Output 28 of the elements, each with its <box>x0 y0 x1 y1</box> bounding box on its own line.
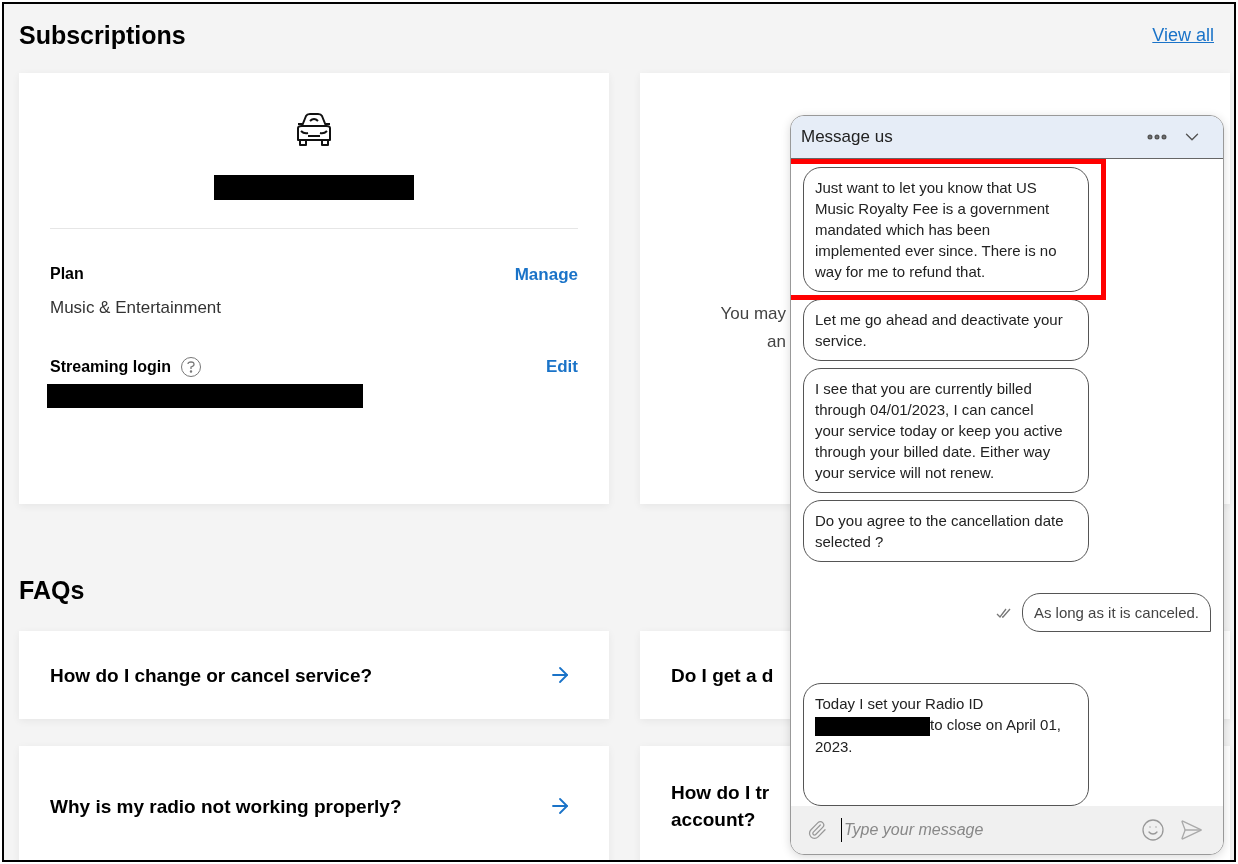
view-all-link[interactable]: View all <box>1152 22 1214 49</box>
message-input[interactable]: Type your message <box>841 818 1127 842</box>
section-title: Subscriptions <box>19 20 186 50</box>
card-text: an <box>767 331 786 353</box>
faq-question: How do I change or cancel service? <box>50 663 373 688</box>
message-composer[interactable]: Type your message <box>791 806 1223 854</box>
attach-icon[interactable] <box>807 820 827 840</box>
emoji-icon[interactable] <box>1141 818 1165 842</box>
faq-question: account? <box>671 808 757 832</box>
chat-message: I see that you are currently billed through 04/01/2023, I can cancel your service today or keep you active through your billed date. Either way your service will not renew. <box>803 368 1089 493</box>
chat-message: Today I set your Radio ID to close on April 01, 2023. <box>803 683 1089 806</box>
faq-item[interactable]: Why is my radio not working properly? <box>19 746 609 860</box>
chat-title: Message us <box>801 126 893 149</box>
plan-label: Plan <box>50 264 84 284</box>
edit-link[interactable]: Edit <box>545 354 578 380</box>
chat-message: Let me go ahead and deactivate your service. <box>803 299 1089 361</box>
card-text: You may <box>720 303 786 325</box>
chat-message: Do you agree to the cancellation date selected ? <box>803 500 1089 562</box>
faq-question: Why is my radio not working properly? <box>50 794 402 819</box>
faq-question: Do I get a d <box>671 663 774 688</box>
manage-link[interactable]: Manage <box>514 262 578 288</box>
plan-value: Music & Entertainment <box>50 296 222 319</box>
faq-item[interactable]: How do I change or cancel service? <box>19 631 609 719</box>
chat-message: Just want to let you know that US Music Royalty Fee is a government mandated which has been implemented ever since. There is no way for me to refund that. <box>803 167 1089 292</box>
section-title: FAQs <box>19 575 86 605</box>
user-message: As long as it is canceled. <box>1021 593 1211 632</box>
faq-question: How do I tr <box>671 781 770 805</box>
streaming-login-label: Streaming login <box>50 356 171 377</box>
